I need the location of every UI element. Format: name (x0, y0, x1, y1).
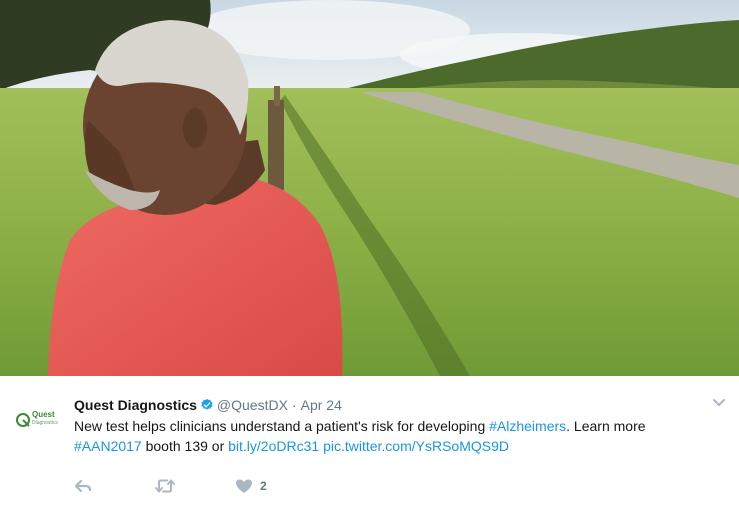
avatar[interactable]: Quest Diagnostics (16, 410, 60, 430)
tweet-photo[interactable] (0, 0, 739, 376)
author-name[interactable]: Quest Diagnostics (74, 397, 197, 413)
chevron-down-icon[interactable] (711, 396, 727, 410)
tweet-header: Quest Diagnostics @QuestDX · Apr 24 (74, 396, 342, 414)
tweet-text-part: . Learn more (566, 418, 646, 434)
reply-icon (74, 479, 92, 493)
avatar-logo-sub: Diagnostics (32, 420, 58, 426)
heart-icon (236, 479, 252, 493)
verified-badge-icon (201, 398, 213, 410)
separator-dot: · (291, 397, 297, 413)
retweet-icon (155, 479, 175, 493)
reply-button[interactable] (74, 476, 96, 496)
author-handle[interactable]: @QuestDX (217, 397, 288, 413)
like-button[interactable]: 2 (235, 476, 267, 496)
tweet-text-part: New test helps clinicians understand a p… (74, 418, 490, 434)
hashtag-aan2017[interactable]: #AAN2017 (74, 438, 142, 454)
tweet-text: New test helps clinicians understand a p… (74, 416, 714, 456)
pic-link[interactable]: pic.twitter.com/YsRSoMQS9D (323, 438, 509, 454)
like-count: 2 (260, 479, 267, 493)
tweet-date[interactable]: Apr 24 (301, 397, 342, 413)
tweet-actions: 2 (74, 476, 267, 496)
retweet-button[interactable] (154, 476, 176, 496)
short-link[interactable]: bit.ly/2oDRc31 (228, 438, 319, 454)
hashtag-alzheimers[interactable]: #Alzheimers (489, 418, 566, 434)
tweet-card: Quest Diagnostics Quest Diagnostics @Que… (0, 376, 739, 512)
quest-logo-icon (16, 413, 30, 427)
tweet-text-part: booth 139 or (141, 438, 229, 454)
avatar-logo-text: Quest (32, 410, 55, 419)
